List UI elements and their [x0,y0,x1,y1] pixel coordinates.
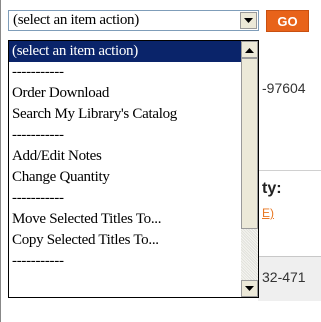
scroll-up-icon[interactable] [241,41,258,58]
page-left-border [0,0,1,322]
quantity-link-fragment[interactable]: E) [262,206,274,220]
listbox-options: (select an item action) ----------- Order … [9,41,241,272]
go-button[interactable]: GO [266,10,309,32]
list-option[interactable]: Order Download [9,83,241,104]
list-option[interactable]: Move Selected Titles To... [9,209,241,230]
isbn-fragment-1: -97604 [262,80,306,96]
list-option[interactable]: (select an item action) [9,41,241,62]
list-separator: ----------- [12,190,64,206]
item-action-select[interactable]: (select an item action) [8,10,259,31]
select-current-value: (select an item action) [13,12,139,28]
list-option[interactable]: Search My Library's Catalog [9,104,241,125]
list-separator: ----------- [12,253,64,269]
quantity-label-fragment: ty: [262,180,282,197]
scrollbar-thumb[interactable] [241,58,258,229]
list-separator: ----------- [12,64,64,80]
list-separator: ----------- [12,127,64,143]
divider [258,170,321,171]
list-option[interactable]: Add/Edit Notes [9,146,241,167]
item-action-listbox[interactable]: (select an item action) ----------- Order … [8,40,259,298]
listbox-scrollbar[interactable] [241,41,258,297]
list-option[interactable]: Change Quantity [9,167,241,188]
list-option[interactable]: Copy Selected Titles To... [9,230,241,251]
chevron-down-icon[interactable] [240,12,257,29]
isbn-fragment-2: 32-471 [262,269,306,285]
scroll-down-icon[interactable] [241,280,258,297]
